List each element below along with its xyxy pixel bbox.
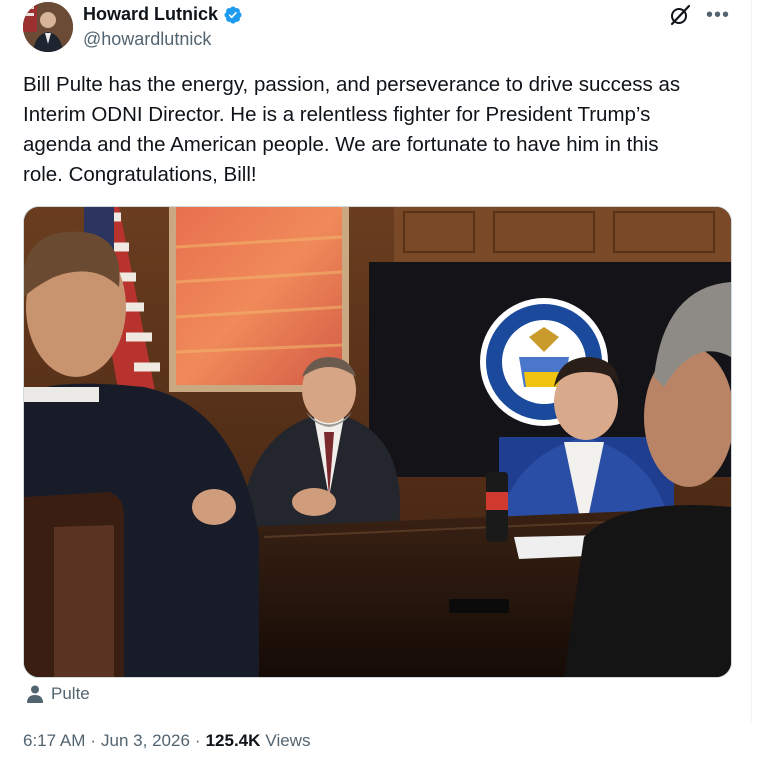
tweet-meta: 6:17 AM · Jun 3, 2026 · 125.4K Views <box>23 731 310 751</box>
meta-separator: · <box>194 731 201 750</box>
author-display-name[interactable]: Howard Lutnick <box>83 4 218 25</box>
tweet-time[interactable]: 6:17 AM <box>23 731 85 751</box>
tweet-date[interactable]: Jun 3, 2026 <box>101 731 190 751</box>
tagged-user-name[interactable]: Pulte <box>51 684 90 704</box>
person-icon <box>27 685 43 703</box>
photo-scene <box>24 207 731 677</box>
grok-icon[interactable] <box>668 3 692 27</box>
tagged-users-row[interactable]: Pulte <box>27 684 90 704</box>
tweet-photo[interactable] <box>23 206 732 678</box>
views-label: Views <box>265 731 311 750</box>
author-handle[interactable]: @howardlutnick <box>83 29 211 50</box>
bottom-fade <box>610 722 765 760</box>
tweet-text: Bill Pulte has the energy, passion, and … <box>23 73 681 186</box>
views-count: 125.4K <box>205 731 261 750</box>
tweet-card: Howard Lutnick @howardlutnick ••• Bill P… <box>0 0 765 760</box>
meta-separator: · <box>90 731 97 750</box>
author-name-row: Howard Lutnick <box>83 4 243 25</box>
author-avatar[interactable] <box>23 2 73 52</box>
tweet-actions-top: ••• <box>668 3 730 27</box>
more-horizontal-icon[interactable]: ••• <box>706 5 730 25</box>
verified-badge-icon <box>224 5 242 24</box>
